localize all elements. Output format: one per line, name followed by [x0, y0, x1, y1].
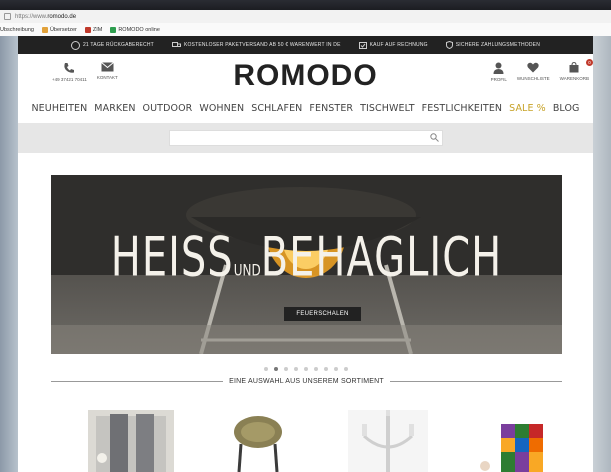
hero-banner[interactable]: HEISSUNDBEHAGLICH FEUERSCHALEN [51, 175, 562, 354]
search-area [18, 123, 593, 153]
bookmark-item[interactable]: Übersetzer [41, 26, 77, 33]
lock-icon [4, 13, 11, 20]
truck-icon [171, 42, 181, 47]
url-text[interactable]: https://www.romodo.de [15, 14, 76, 20]
feuerschalen-button[interactable]: FEUERSCHALEN [284, 307, 361, 321]
nav-item-schlafen[interactable]: SCHLAFEN [251, 103, 302, 114]
nav-item-fenster[interactable]: FENSTER [309, 103, 353, 114]
romodo-webpage: 21 Tage Rückgaberecht Kostenloser Paketv… [18, 36, 593, 472]
cart-link[interactable]: 0 WARENKORB [560, 59, 593, 82]
nav-item-blog[interactable]: BLOG [553, 103, 580, 114]
usp-item: Sichere Zahlungsmethoden [445, 41, 540, 49]
shopping-bag-icon [569, 62, 579, 73]
user-icon [493, 62, 504, 74]
background-right [593, 36, 611, 472]
bookmark-item[interactable]: ZIM [84, 26, 102, 33]
nav-item-wohnen[interactable]: WOHNEN [199, 103, 244, 114]
bookmark-item[interactable]: ROMODO online [110, 26, 160, 33]
carousel-dot[interactable] [263, 367, 268, 371]
product-candelabra-image[interactable] [348, 410, 428, 472]
usp-item: Kostenloser Paketversand ab 50 € Warenwe… [171, 42, 341, 48]
nav-item-sale[interactable]: SALE % [509, 103, 546, 114]
bookmark-icon [110, 26, 117, 33]
carousel-dot[interactable] [303, 367, 308, 371]
divider [389, 381, 563, 382]
product-teasers [18, 410, 593, 472]
bookmarks-bar: Ubschreibung Übersetzer ZIM ROMODO onlin… [0, 23, 611, 37]
heart-icon [527, 62, 539, 73]
cart-count-badge: 0 [586, 59, 593, 66]
product-puzzle-cube-image[interactable] [473, 410, 563, 472]
monitor-bezel [0, 0, 611, 10]
carousel-dots [18, 367, 593, 371]
invoice-icon [358, 41, 367, 49]
header-actions: PROFIL WUNSCHLISTE 0 WARENKORB [491, 59, 593, 82]
nav-item-neuheiten[interactable]: NEUHEITEN [31, 103, 87, 114]
usp-bar: 21 Tage Rückgaberecht Kostenloser Paketv… [18, 36, 593, 54]
carousel-dot[interactable] [333, 367, 338, 371]
carousel-dot[interactable] [283, 367, 288, 371]
nav-item-tischwelt[interactable]: TISCHWELT [360, 103, 415, 114]
wishlist-link[interactable]: WUNSCHLISTE [517, 62, 550, 82]
bookmark-icon [84, 26, 91, 33]
divider [51, 381, 224, 382]
nav-item-marken[interactable]: MARKEN [94, 103, 135, 114]
carousel-dot[interactable] [313, 367, 318, 371]
nav-item-festlichkeiten[interactable]: FESTLICHKEITEN [422, 103, 503, 114]
bookmark-item[interactable]: Ubschreibung [0, 27, 34, 33]
search-icon[interactable] [429, 133, 439, 142]
search-input[interactable] [168, 130, 443, 146]
carousel-dot[interactable] [273, 367, 278, 371]
product-chair-image[interactable] [223, 410, 293, 472]
return-icon [70, 40, 80, 50]
shield-icon [445, 41, 453, 49]
usp-item: 21 Tage Rückgaberecht [70, 40, 154, 50]
product-curtain-image[interactable] [88, 410, 174, 472]
main-navigation: NEUHEITEN MARKEN OUTDOOR WOHNEN SCHLAFEN… [18, 97, 593, 119]
carousel-dot[interactable] [323, 367, 328, 371]
carousel-dot[interactable] [293, 367, 298, 371]
section-heading: EINE AUSWAHL AUS UNSEREM SORTIMENT [51, 378, 563, 385]
bookmark-icon [41, 26, 48, 33]
nav-item-outdoor[interactable]: OUTDOOR [143, 103, 193, 114]
profile-link[interactable]: PROFIL [491, 62, 507, 82]
hero-headline: HEISSUNDBEHAGLICH [110, 226, 503, 290]
carousel-dot[interactable] [343, 367, 348, 371]
site-header: +49 37421 70411 KONTAKT ROMODO PROFIL WU… [18, 54, 593, 97]
browser-address-bar[interactable]: https://www.romodo.de [0, 10, 611, 23]
background-left [0, 36, 18, 472]
usp-item: Kauf auf Rechnung [358, 41, 428, 49]
